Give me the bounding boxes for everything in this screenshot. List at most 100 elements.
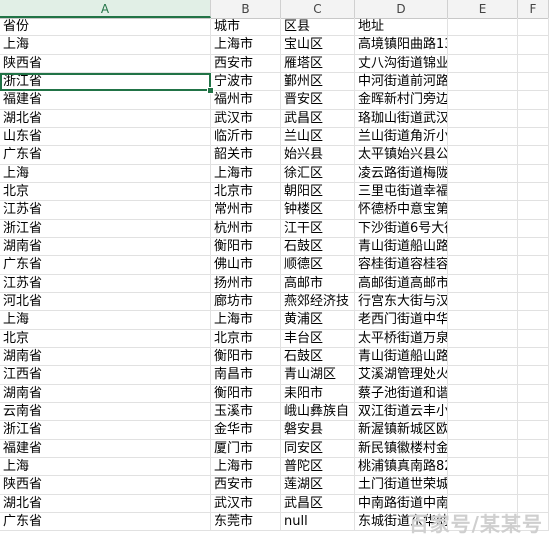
cell-e18[interactable] bbox=[448, 329, 518, 348]
cell-b10[interactable]: 北京市 bbox=[211, 182, 281, 202]
cell-f7[interactable] bbox=[518, 127, 549, 147]
cell-e3[interactable] bbox=[448, 54, 518, 73]
cell-b1[interactable]: 城市 bbox=[211, 18, 281, 37]
cell-c28[interactable]: null bbox=[281, 512, 355, 532]
cell-a11[interactable]: 江苏省 bbox=[0, 201, 211, 220]
cell-d23[interactable]: 新渥镇新城区欧凯路3号诺之家 bbox=[355, 421, 448, 440]
cell-c6[interactable]: 武昌区 bbox=[281, 109, 355, 128]
cell-b14[interactable]: 佛山市 bbox=[211, 256, 281, 275]
cell-b2[interactable]: 上海市 bbox=[211, 36, 281, 55]
cell-f11[interactable] bbox=[518, 201, 549, 220]
cell-b22[interactable]: 玉溪市 bbox=[211, 402, 281, 422]
cell-a10[interactable]: 北京 bbox=[0, 182, 211, 202]
cell-d6[interactable]: 珞珈山街道武汉大学三环公寓 bbox=[355, 109, 448, 128]
cell-d21[interactable]: 蔡子池街道和谐花苑1号楼(42 bbox=[355, 384, 448, 403]
cell-b28[interactable]: 东莞市 bbox=[211, 512, 281, 532]
cell-e21[interactable] bbox=[448, 384, 518, 403]
cell-b26[interactable]: 西安市 bbox=[211, 476, 281, 495]
cell-c2[interactable]: 宝山区 bbox=[281, 36, 355, 55]
cell-e2[interactable] bbox=[448, 36, 518, 55]
cell-e19[interactable] bbox=[448, 347, 518, 367]
column-header-b[interactable]: B bbox=[211, 0, 281, 18]
cell-d12[interactable]: 下沙街道6号大街新加坡科技园 bbox=[355, 219, 448, 238]
cell-a23[interactable]: 浙江省 bbox=[0, 421, 211, 440]
cell-a6[interactable]: 湖北省 bbox=[0, 109, 211, 128]
cell-c11[interactable]: 钟楼区 bbox=[281, 201, 355, 220]
cell-e17[interactable] bbox=[448, 311, 518, 330]
cell-d20[interactable]: 艾溪湖管理处火炬五路899号高新 bbox=[355, 366, 448, 385]
cell-c22[interactable]: 峨山彝族自 bbox=[281, 402, 355, 422]
cell-d3[interactable]: 丈八沟街道锦业路绿地世纪城 bbox=[355, 54, 448, 73]
cell-e24[interactable] bbox=[448, 439, 518, 458]
fill-handle[interactable] bbox=[207, 87, 214, 95]
cell-c5[interactable]: 晋安区 bbox=[281, 91, 355, 110]
cell-c7[interactable]: 兰山区 bbox=[281, 127, 355, 147]
cell-c12[interactable]: 江干区 bbox=[281, 219, 355, 238]
cell-a13[interactable]: 湖南省 bbox=[0, 237, 211, 257]
cell-b16[interactable]: 廊坊市 bbox=[211, 292, 281, 312]
cell-f25[interactable] bbox=[518, 457, 549, 477]
cell-a15[interactable]: 江苏省 bbox=[0, 274, 211, 293]
cell-f22[interactable] bbox=[518, 402, 549, 422]
cell-d11[interactable]: 怀德桥中意宝第7幢甲单元702 bbox=[355, 201, 448, 220]
cell-d19[interactable]: 青山街道船山路69号南华大学 bbox=[355, 347, 448, 367]
cell-c1[interactable]: 区县 bbox=[281, 18, 355, 37]
cell-e1[interactable] bbox=[448, 18, 518, 37]
cell-b17[interactable]: 上海市 bbox=[211, 311, 281, 330]
cell-a4[interactable]: 浙江省 bbox=[0, 72, 211, 92]
cell-a5[interactable]: 福建省 bbox=[0, 91, 211, 110]
cell-e11[interactable] bbox=[448, 201, 518, 220]
cell-a9[interactable]: 上海 bbox=[0, 164, 211, 183]
cell-e23[interactable] bbox=[448, 421, 518, 440]
cell-c15[interactable]: 高邮市 bbox=[281, 274, 355, 293]
cell-f15[interactable] bbox=[518, 274, 549, 293]
cell-a7[interactable]: 山东省 bbox=[0, 127, 211, 147]
cell-e16[interactable] bbox=[448, 292, 518, 312]
cell-f12[interactable] bbox=[518, 219, 549, 238]
cell-a24[interactable]: 福建省 bbox=[0, 439, 211, 458]
cell-c21[interactable]: 耒阳市 bbox=[281, 384, 355, 403]
cell-c9[interactable]: 徐汇区 bbox=[281, 164, 355, 183]
cell-e7[interactable] bbox=[448, 127, 518, 147]
cell-d18[interactable]: 太平桥街道万泉寺北路12号院 bbox=[355, 329, 448, 348]
cell-b27[interactable]: 武汉市 bbox=[211, 494, 281, 513]
cell-c24[interactable]: 同安区 bbox=[281, 439, 355, 458]
cell-d26[interactable]: 土门街道世荣城公寓(710003) bbox=[355, 476, 448, 495]
cell-f21[interactable] bbox=[518, 384, 549, 403]
cell-b25[interactable]: 上海市 bbox=[211, 457, 281, 477]
cell-a20[interactable]: 江西省 bbox=[0, 366, 211, 385]
cell-d15[interactable]: 高邮街道高邮市纺织服装城C2 bbox=[355, 274, 448, 293]
cell-f5[interactable] bbox=[518, 91, 549, 110]
column-header-c[interactable]: C bbox=[281, 0, 355, 18]
cell-b6[interactable]: 武汉市 bbox=[211, 109, 281, 128]
cell-d13[interactable]: 青山街道船山路69号南华大学 bbox=[355, 237, 448, 257]
cell-c27[interactable]: 武昌区 bbox=[281, 494, 355, 513]
cell-d9[interactable]: 凌云路街道梅陇路华理苑8号4楼 bbox=[355, 164, 448, 183]
cell-f10[interactable] bbox=[518, 182, 549, 202]
cell-c3[interactable]: 雁塔区 bbox=[281, 54, 355, 73]
cell-f20[interactable] bbox=[518, 366, 549, 385]
cell-d14[interactable]: 容桂街道容桂容港路52号建南 bbox=[355, 256, 448, 275]
cell-f1[interactable] bbox=[518, 18, 549, 37]
cell-d8[interactable]: 太平镇始兴县公安局门卫值班室 bbox=[355, 146, 448, 165]
cell-c10[interactable]: 朝阳区 bbox=[281, 182, 355, 202]
cell-d16[interactable]: 行宫东大街与汉王路十字交叉 bbox=[355, 292, 448, 312]
cell-b4[interactable]: 宁波市 bbox=[211, 72, 281, 92]
cell-c14[interactable]: 顺德区 bbox=[281, 256, 355, 275]
cell-e13[interactable] bbox=[448, 237, 518, 257]
cell-d17[interactable]: 老西门街道中华路学前街156号 bbox=[355, 311, 448, 330]
cell-c13[interactable]: 石鼓区 bbox=[281, 237, 355, 257]
cell-f18[interactable] bbox=[518, 329, 549, 348]
cell-e10[interactable] bbox=[448, 182, 518, 202]
cell-a2[interactable]: 上海 bbox=[0, 36, 211, 55]
cell-e6[interactable] bbox=[448, 109, 518, 128]
column-header-a[interactable]: A bbox=[0, 0, 211, 18]
cell-d4[interactable]: 中河街道前河路1号鄞州第二医 bbox=[355, 72, 448, 92]
cell-b9[interactable]: 上海市 bbox=[211, 164, 281, 183]
cell-c4[interactable]: 鄞州区 bbox=[281, 72, 355, 92]
cell-d5[interactable]: 金晖新村门旁边二楼 【馨缘养生 bbox=[355, 91, 448, 110]
column-header-e[interactable]: E bbox=[448, 0, 518, 18]
cell-a19[interactable]: 湖南省 bbox=[0, 347, 211, 367]
cell-b13[interactable]: 衡阳市 bbox=[211, 237, 281, 257]
cell-c17[interactable]: 黄浦区 bbox=[281, 311, 355, 330]
